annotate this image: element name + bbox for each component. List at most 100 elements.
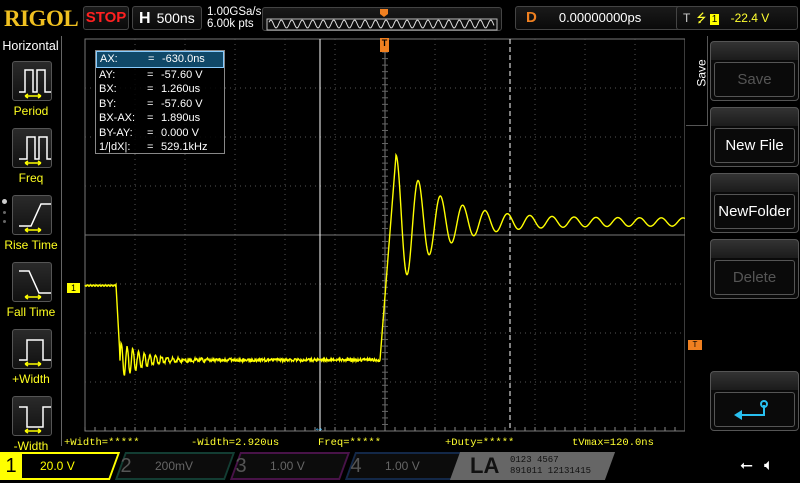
cursor-marker-icon: ↔: [314, 423, 324, 433]
cursor-row: BY-AY: = 0.000 V: [96, 126, 224, 141]
cursor-key: BX-AX:: [99, 111, 147, 126]
page-dot: [3, 220, 6, 223]
channel-number: 1: [0, 452, 22, 480]
measure-label: Fall Time: [0, 305, 62, 319]
cursor-value: -57.60 V: [161, 68, 203, 83]
measurement: tVmax=120.0ns: [572, 437, 654, 449]
cursor-row: BY: = -57.60 V: [96, 97, 224, 112]
timebase-value: 500ns: [157, 10, 195, 26]
trigger-box[interactable]: T ⭍ 1 -22.4 V: [676, 6, 798, 30]
measure-label: +Width: [0, 372, 62, 386]
measurement: -Width=2.920us: [191, 437, 318, 449]
channel-bar: 1 20.0 V 2 200mV 3 1.00 V 4 1.00 V LA 01…: [0, 452, 800, 480]
cursor-key: BX:: [99, 82, 147, 97]
period-icon: [13, 62, 53, 102]
la-label: LA: [470, 452, 499, 480]
save-menu: Save Save New File NewFolder Delete: [686, 36, 800, 446]
positive-width-icon: [13, 330, 53, 370]
menu-button-label: New File: [714, 128, 795, 163]
channel-number: 3: [230, 452, 252, 480]
menu-button-label: Save: [714, 62, 795, 97]
measurement: Freq=*****: [318, 437, 445, 449]
page-dot-active: [2, 199, 7, 204]
cursor-value: -57.60 V: [161, 97, 203, 112]
cursor-equals: =: [147, 97, 161, 112]
cursor-value: 1.260us: [161, 82, 200, 97]
menu-button-save[interactable]: Save: [710, 41, 799, 101]
cursor-row: BX: = 1.260us: [96, 82, 224, 97]
channel-number: 4: [345, 452, 367, 480]
la-row: 0123 4567: [510, 455, 591, 466]
channel-number: 2: [115, 452, 137, 480]
trigger-position-marker[interactable]: T: [380, 38, 389, 52]
usb-icon: ⭠: [740, 452, 753, 480]
trigger-level: -22.4 V: [731, 11, 770, 25]
trigger-source: 1: [710, 14, 720, 25]
negative-width-button[interactable]: [12, 396, 52, 436]
measure-sidebar: Horizontal Period Freq Rise Time Fall Time +…: [0, 36, 62, 446]
measurement: +Duty=*****: [445, 437, 572, 449]
mute-icon[interactable]: 🔈︎: [764, 452, 774, 480]
cursor-key: AX:: [100, 52, 148, 67]
page-dot: [3, 211, 6, 214]
period-button[interactable]: [12, 61, 52, 101]
freq-icon: [13, 129, 53, 169]
cursor-equals: =: [147, 111, 161, 126]
sample-rate: 1.00GSa/s: [207, 6, 261, 18]
channel-scale: 200mV: [155, 452, 193, 480]
menu-title: Save: [695, 59, 709, 86]
la-channels: 0123 4567 891011 12131415: [510, 455, 591, 483]
back-button[interactable]: [710, 371, 799, 431]
cursor-row: 1/|dX|: = 529.1kHz: [96, 140, 224, 155]
freq-button[interactable]: [12, 128, 52, 168]
la-row: 891011 12131415: [510, 466, 591, 477]
delay-box[interactable]: D 0.00000000ps: [515, 6, 695, 30]
ch1-offset-marker[interactable]: 1: [67, 283, 80, 293]
menu-button-label: Delete: [714, 260, 795, 295]
rise-time-button[interactable]: [12, 195, 52, 235]
menu-button-new-file[interactable]: New File: [710, 107, 799, 167]
measurement: +Width=*****: [64, 437, 191, 449]
cursor-value: 1.890us: [161, 111, 200, 126]
cursor-equals: =: [147, 126, 161, 141]
cursor-value: 529.1kHz: [161, 140, 207, 155]
menu-button-label: NewFolder: [714, 194, 795, 229]
channel-scale: 20.0 V: [40, 452, 75, 480]
delay-label: D: [526, 9, 537, 26]
cursor-key: BY-AY:: [99, 126, 147, 141]
back-arrow-icon: [730, 395, 780, 425]
memory-depth: 6.00k pts: [207, 18, 261, 30]
trigger-position-icon: [380, 9, 388, 17]
positive-width-button[interactable]: [12, 329, 52, 369]
negative-width-icon: [13, 397, 53, 437]
cursor-readout: AX: = -630.0ns AY: = -57.60 V BX: = 1.260us BY: = -…: [95, 50, 225, 154]
cursor-equals: =: [147, 82, 161, 97]
cursor-key: BY:: [99, 97, 147, 112]
delay-value: 0.00000000ps: [559, 10, 641, 25]
cursor-key: AY:: [99, 68, 147, 83]
menu-button-delete[interactable]: Delete: [710, 239, 799, 299]
measure-label: -Width: [0, 439, 62, 453]
measurement-bar: +Width=***** -Width=2.920us Freq=***** +…: [64, 437, 684, 449]
trigger-label: T: [683, 11, 690, 25]
cursor-row: BX-AX: = 1.890us: [96, 111, 224, 126]
menu-button-newfolder[interactable]: NewFolder: [710, 173, 799, 233]
cursor-equals: =: [148, 52, 162, 67]
run-stop-status[interactable]: STOP: [83, 6, 129, 30]
cursor-row: AY: = -57.60 V: [96, 68, 224, 83]
falling-edge-icon: ⭍: [696, 11, 706, 25]
cursor-value: -630.0ns: [162, 52, 205, 67]
cursor-equals: =: [147, 140, 161, 155]
measure-label: Freq: [0, 171, 62, 185]
rise-time-icon: [13, 196, 53, 236]
fall-time-button[interactable]: [12, 262, 52, 302]
h-label: H: [133, 10, 157, 27]
cursor-equals: =: [147, 68, 161, 83]
rigol-logo: RIGOL: [4, 6, 78, 32]
memory-overview-bar[interactable]: [262, 7, 502, 31]
acquisition-info: 1.00GSa/s 6.00k pts: [207, 6, 261, 30]
cursor-value: 0.000 V: [161, 126, 199, 141]
channel-scale: 1.00 V: [270, 452, 305, 480]
timebase-box[interactable]: H 500ns: [132, 6, 202, 30]
measure-label: Period: [0, 104, 62, 118]
